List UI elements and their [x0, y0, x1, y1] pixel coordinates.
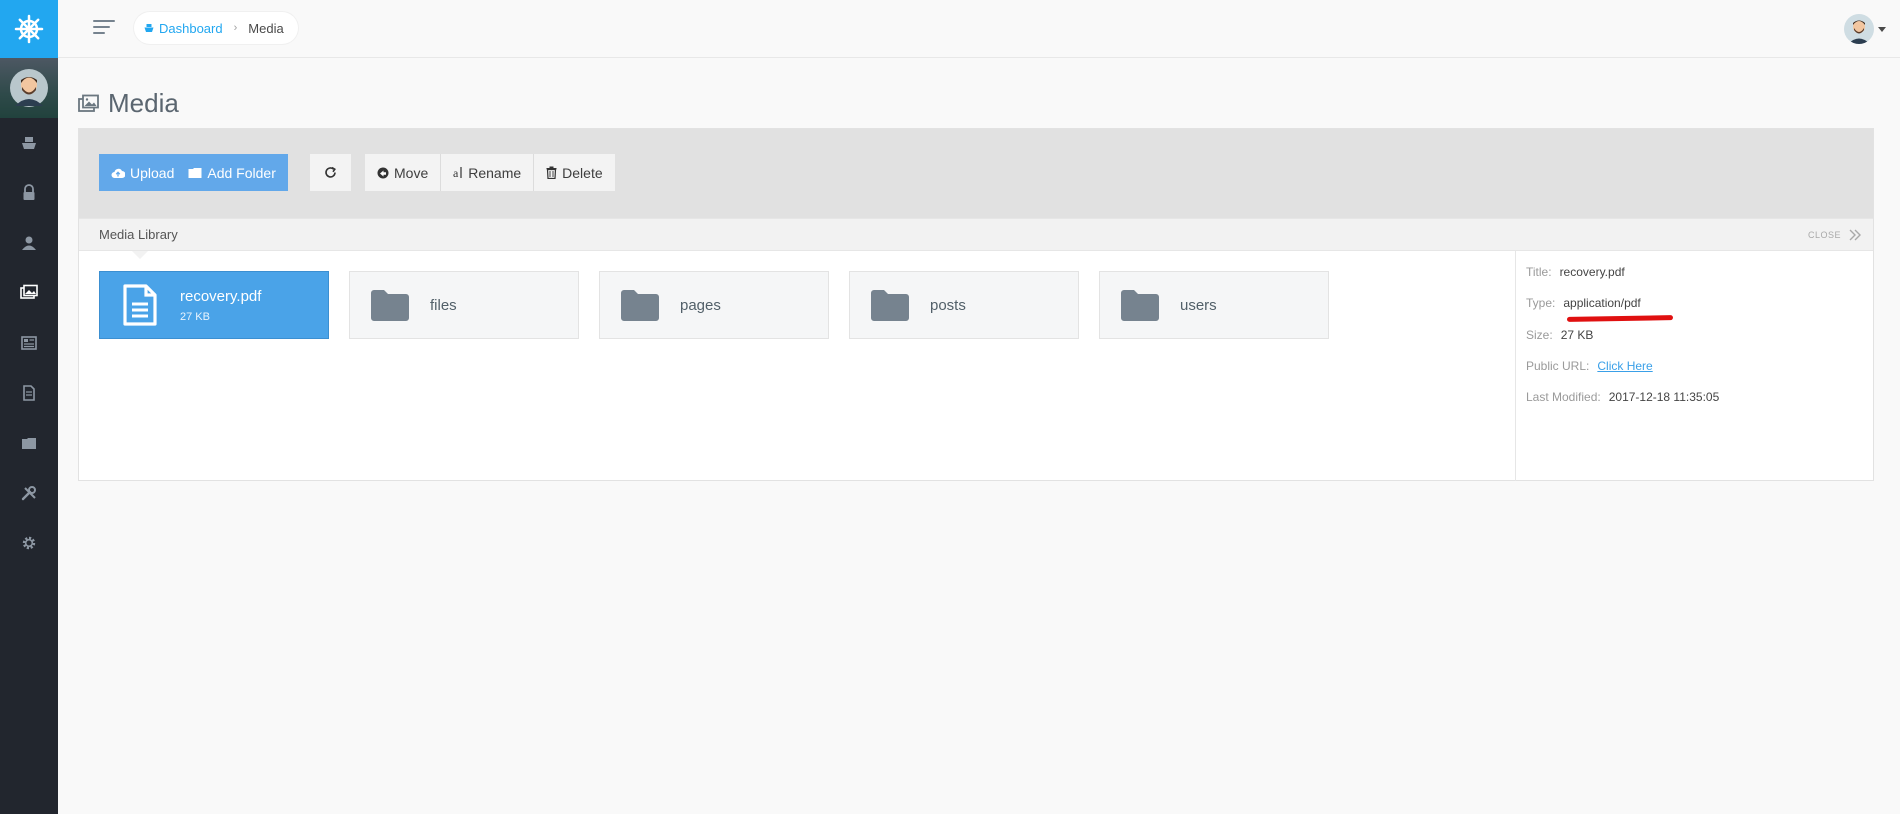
detail-type-value: application/pdf — [1563, 296, 1641, 310]
move-button[interactable]: Move — [365, 154, 442, 191]
sidebar-item-settings[interactable] — [0, 518, 58, 568]
file-name: recovery.pdf — [180, 287, 262, 305]
rename-icon: a — [453, 166, 462, 179]
sidebar-item-pages[interactable] — [0, 368, 58, 418]
rename-label: Rename — [468, 164, 522, 181]
sidebar-item-user[interactable] — [0, 218, 58, 268]
sidebar-item-boat[interactable] — [0, 118, 58, 168]
cloud-upload-icon — [111, 168, 125, 178]
delete-label: Delete — [562, 164, 603, 181]
file-tile-recovery-pdf[interactable]: recovery.pdf 27 KB — [99, 271, 329, 339]
top-navbar: Dashboard › Media — [58, 0, 1900, 58]
move-label: Move — [394, 164, 429, 181]
detail-modified-label: Last Modified: — [1526, 390, 1601, 404]
folder-icon — [350, 288, 430, 322]
newspaper-icon — [21, 336, 37, 350]
sidebar-item-lock[interactable] — [0, 168, 58, 218]
page-title: Media — [108, 88, 179, 118]
user-icon — [22, 236, 36, 250]
tools-icon — [21, 486, 36, 501]
ship-wheel-icon[interactable] — [0, 0, 58, 58]
sidebar-item-categories[interactable] — [0, 418, 58, 468]
folder-name: pages — [680, 296, 721, 314]
add-folder-button[interactable]: Add Folder — [186, 154, 288, 191]
folder-icon — [1100, 288, 1180, 322]
folder-name: users — [1180, 296, 1217, 314]
folder-tile-pages[interactable]: pages — [599, 271, 829, 339]
sidebar-avatar[interactable] — [0, 58, 58, 118]
folder-name: posts — [930, 296, 966, 314]
public-url-link[interactable]: Click Here — [1597, 359, 1652, 373]
refresh-button[interactable] — [310, 154, 351, 191]
media-toolbar: Upload Add Folder Move a Rename Delete — [79, 129, 1873, 218]
sidebar-item-media[interactable] — [0, 268, 58, 318]
detail-url-label: Public URL: — [1526, 359, 1590, 373]
refresh-button-group — [310, 154, 351, 191]
user-menu[interactable] — [1844, 14, 1886, 44]
close-details-button[interactable]: CLOSE — [1808, 229, 1861, 241]
breadcrumb-separator: › — [233, 22, 238, 34]
chevron-down-icon — [1878, 26, 1886, 32]
breadcrumb-dashboard-link[interactable]: Dashboard — [144, 21, 223, 36]
sidebar-item-tools[interactable] — [0, 468, 58, 518]
breadcrumb: Dashboard › Media — [134, 12, 298, 44]
detail-url-row: Public URL: Click Here — [1526, 359, 1653, 373]
upload-button-group: Upload Add Folder — [99, 154, 288, 191]
detail-title-row: Title: recovery.pdf — [1526, 265, 1625, 279]
media-library-label: Media Library — [99, 227, 178, 242]
breadcrumb-dashboard-label: Dashboard — [159, 20, 223, 36]
upload-label: Upload — [130, 164, 175, 181]
detail-size-value: 27 KB — [1560, 328, 1594, 342]
folder-icon — [188, 167, 202, 178]
detail-title-value: recovery.pdf — [1559, 265, 1625, 279]
lock-icon — [23, 184, 35, 200]
breadcrumb-current: Media — [248, 20, 284, 36]
images-icon — [78, 94, 99, 112]
sidebar-item-posts[interactable] — [0, 318, 58, 368]
folder-name: files — [430, 296, 457, 314]
double-chevron-right-icon — [1849, 229, 1861, 241]
folder-tile-files[interactable]: files — [349, 271, 579, 339]
red-underline-annotation — [1566, 315, 1674, 322]
detail-size-label: Size: — [1526, 328, 1553, 342]
document-icon — [23, 385, 35, 401]
detail-type-row: Type: application/pdf — [1526, 296, 1641, 310]
trash-icon — [546, 166, 557, 179]
svg-text:a: a — [453, 166, 459, 179]
page-header: Media — [78, 88, 179, 119]
files-grid: recovery.pdf 27 KB files pages posts use… — [79, 251, 1514, 481]
detail-modified-value: 2017-12-18 11:35:05 — [1608, 390, 1720, 404]
gear-icon — [22, 536, 36, 550]
upload-button[interactable]: Upload — [99, 154, 187, 191]
delete-button[interactable]: Delete — [534, 154, 615, 191]
move-icon — [377, 167, 389, 178]
file-details-panel: Title: recovery.pdf Type: application/pd… — [1515, 251, 1873, 481]
media-library-bar: Media Library CLOSE — [79, 218, 1873, 259]
file-size: 27 KB — [180, 310, 210, 323]
folder-icon — [850, 288, 930, 322]
detail-type-label: Type: — [1526, 296, 1556, 310]
close-label: CLOSE — [1807, 230, 1841, 240]
sidebar — [0, 0, 58, 814]
boat-icon — [22, 137, 36, 149]
file-text-icon — [100, 284, 180, 326]
add-folder-label: Add Folder — [207, 164, 276, 181]
refresh-icon — [325, 166, 336, 178]
boat-icon — [144, 24, 154, 32]
detail-size-row: Size: 27 KB — [1526, 328, 1593, 342]
folder-icon — [600, 288, 680, 322]
file-actions-group: Move a Rename Delete — [365, 154, 615, 191]
avatar — [1844, 14, 1874, 44]
folder-icon — [22, 438, 36, 449]
media-manager-panel: Upload Add Folder Move a Rename Delete M… — [78, 128, 1874, 481]
hamburger-menu-icon[interactable] — [93, 20, 115, 36]
rename-button[interactable]: a Rename — [441, 154, 535, 191]
detail-title-label: Title: — [1526, 265, 1552, 279]
folder-tile-users[interactable]: users — [1099, 271, 1329, 339]
images-icon — [20, 284, 38, 299]
detail-modified-row: Last Modified: 2017-12-18 11:35:05 — [1526, 390, 1719, 404]
folder-tile-posts[interactable]: posts — [849, 271, 1079, 339]
